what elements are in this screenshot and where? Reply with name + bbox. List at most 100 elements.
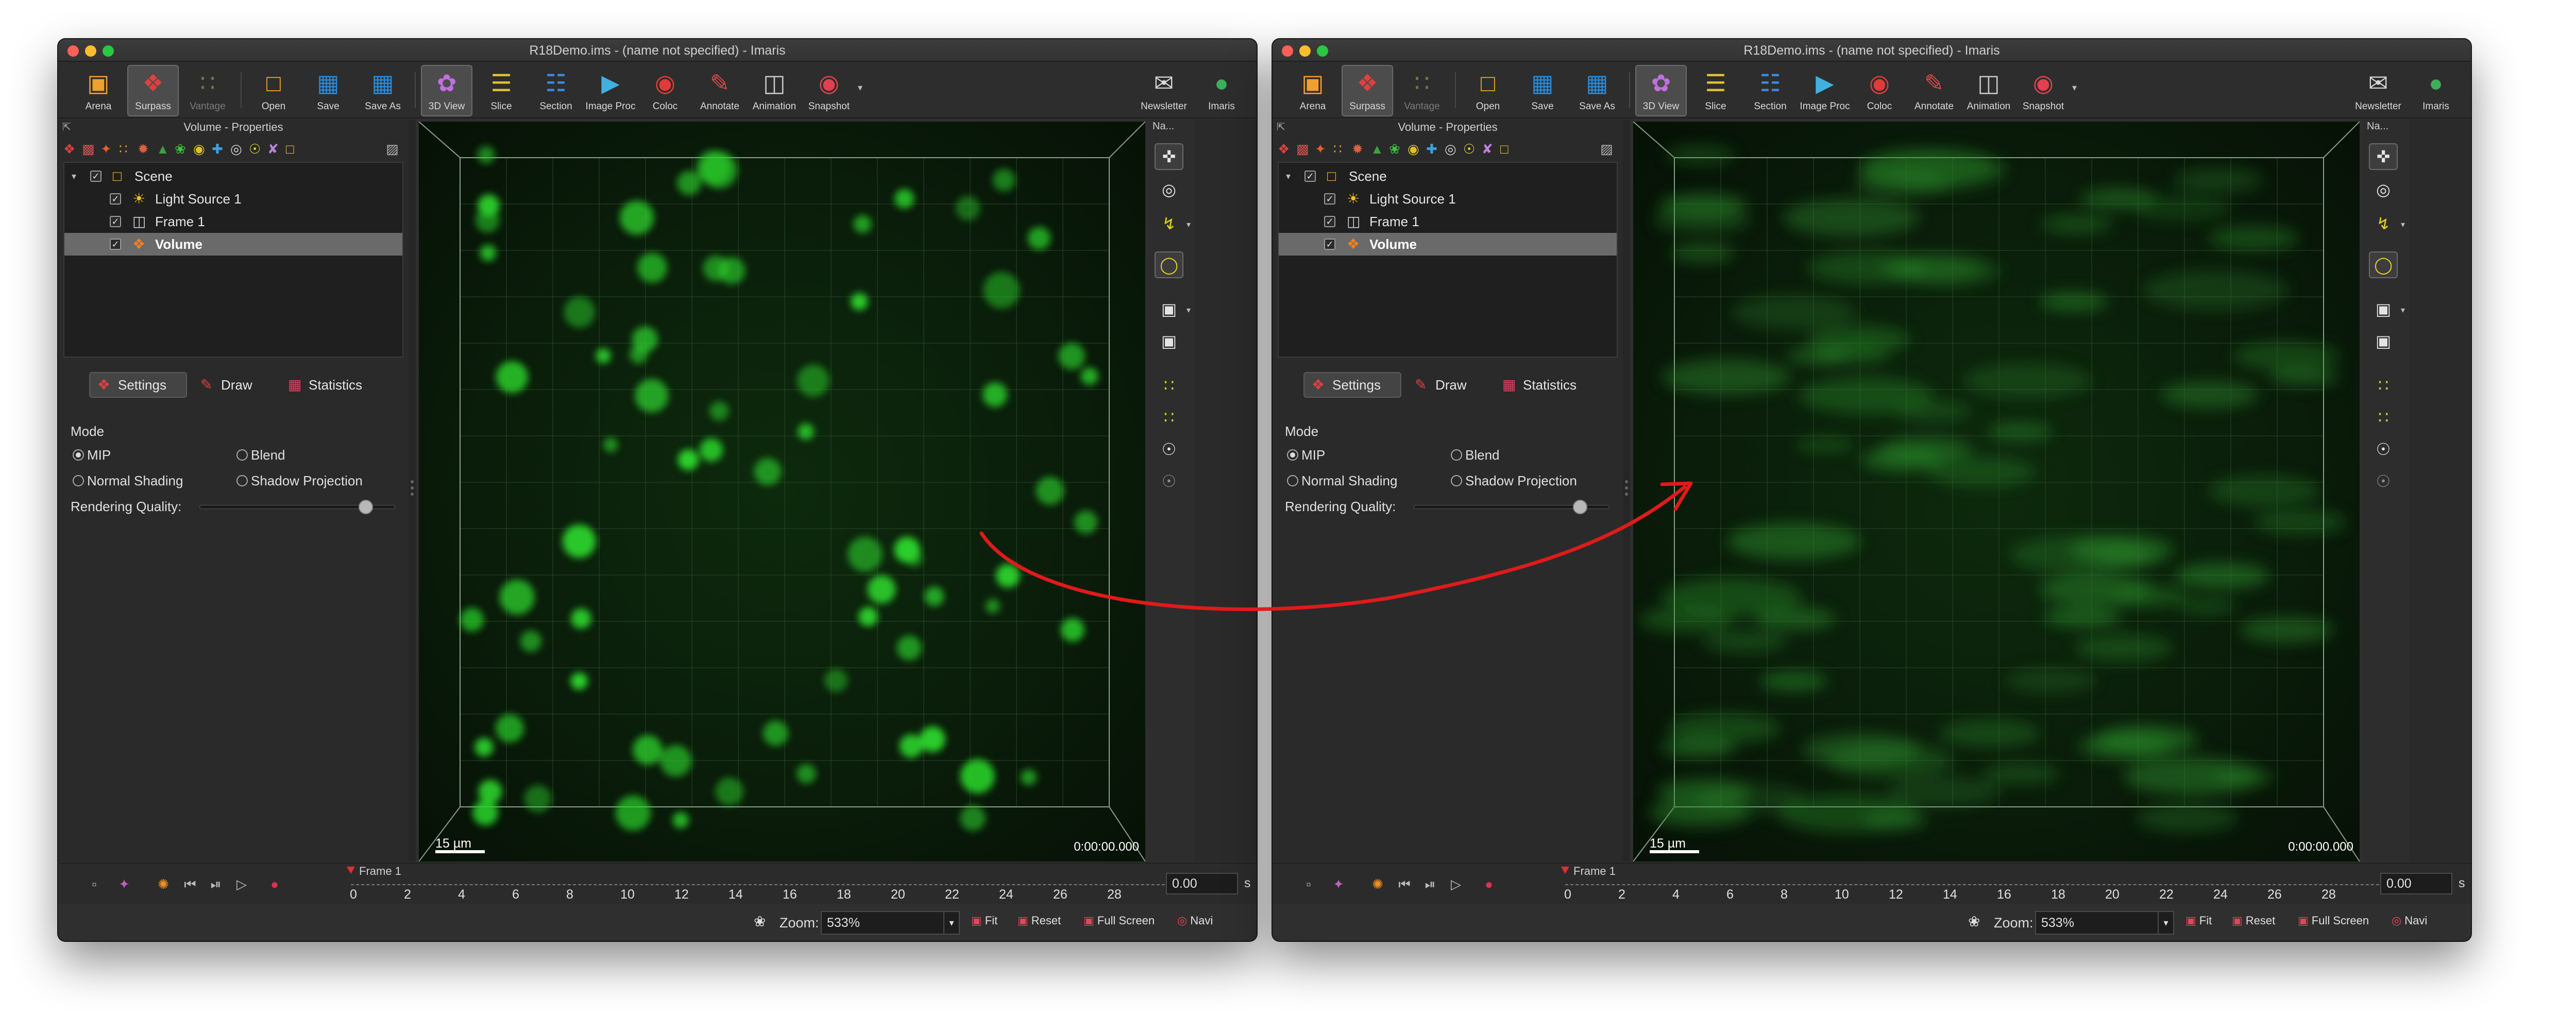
current-frame-marker[interactable] — [347, 867, 355, 874]
tab-settings[interactable]: ❖ Settings — [89, 372, 187, 398]
mode-radio-normal-shading[interactable] — [1287, 475, 1298, 486]
draw-freehand-button[interactable]: ◯ — [1155, 251, 1183, 278]
record-icon[interactable]: ● — [1479, 874, 1499, 894]
tab-statistics[interactable]: ▦ Statistics — [1494, 372, 1607, 398]
coloc-button[interactable]: ◉ Coloc — [639, 65, 691, 116]
timeline-slider[interactable] — [351, 876, 1185, 885]
add-cells-icon[interactable]: ✹ — [138, 141, 149, 157]
time-field[interactable]: 0.00 — [1166, 873, 1238, 894]
snapshot-button[interactable]: ◉ Snapshot — [2018, 65, 2069, 116]
spots-grid-button[interactable]: ∷ — [2369, 404, 2398, 431]
record-icon[interactable]: ● — [264, 874, 285, 894]
orthogonal-view-button[interactable]: ▣ — [2369, 296, 2398, 323]
add-group-folder-icon[interactable]: □ — [1500, 141, 1509, 157]
3d-view-button[interactable]: ✿ 3D View — [421, 65, 472, 116]
tree-row-frame[interactable]: ✓ ◫ Frame 1 — [64, 210, 402, 233]
add-measurement-icon[interactable]: ✚ — [1426, 141, 1437, 157]
tree-row-volume[interactable]: ✓ ❖ Volume — [1279, 233, 1617, 256]
snapshot-dropdown-icon[interactable]: ▾ — [2072, 82, 2077, 93]
tab-settings[interactable]: ❖ Settings — [1303, 372, 1401, 398]
step-back-icon[interactable]: ⏯ — [1420, 874, 1440, 894]
visibility-checkbox[interactable]: ✓ — [90, 171, 101, 182]
orthogonal-view-dropdown-icon[interactable]: ▾ — [1187, 305, 1191, 315]
surpass-button[interactable]: ❖ Surpass — [127, 65, 179, 116]
save-button[interactable]: ▦ Save — [302, 65, 354, 116]
visibility-checkbox[interactable]: ✓ — [1324, 216, 1335, 227]
add-color-icon[interactable]: ◉ — [1408, 141, 1419, 157]
section-button[interactable]: ☷ Section — [1744, 65, 1796, 116]
tree-row-light-source[interactable]: ✓ ☀ Light Source 1 — [1279, 188, 1617, 210]
measure-dropdown-icon[interactable]: ▾ — [2401, 219, 2405, 230]
tab-draw[interactable]: ✎ Draw — [192, 372, 275, 398]
add-surfaces-icon[interactable]: ▩ — [82, 141, 95, 157]
imaris-button[interactable]: ● Imaris — [1196, 65, 1247, 116]
snapshot-button[interactable]: ◉ Snapshot — [803, 65, 855, 116]
visibility-checkbox[interactable]: ✓ — [110, 216, 121, 227]
panel-splitter[interactable] — [409, 120, 416, 861]
add-volume-icon[interactable]: ❖ — [63, 141, 75, 157]
tab-statistics[interactable]: ▦ Statistics — [280, 372, 393, 398]
zoom-select[interactable]: 533% ▾ — [2035, 911, 2174, 935]
3d-viewport[interactable]: 15 µm 0:00:00.000 — [1633, 122, 2360, 861]
navigate-pointer-button[interactable]: ✜ — [2369, 143, 2398, 170]
current-frame-marker[interactable] — [1561, 867, 1569, 874]
add-ortho-icon[interactable]: ✘ — [267, 141, 279, 157]
navi-button[interactable]: ◎ Navi — [2392, 914, 2427, 927]
tree-row-scene[interactable]: ▾ ✓ □ Scene — [1279, 165, 1617, 188]
timeline-options-icon[interactable]: ▫ — [1298, 874, 1319, 894]
save-button[interactable]: ▦ Save — [1517, 65, 1568, 116]
full-screen-button[interactable]: ▣ Full Screen — [2298, 914, 2369, 927]
animation-button[interactable]: ◫ Animation — [749, 65, 800, 116]
fit-button[interactable]: ▣ Fit — [2185, 914, 2212, 927]
newsletter-button[interactable]: ✉ Newsletter — [1138, 65, 1190, 116]
orthogonal-view-button[interactable]: ▣ — [1155, 296, 1183, 323]
measure-button[interactable]: ↯ — [2369, 210, 2398, 237]
visibility-checkbox[interactable]: ✓ — [1324, 193, 1335, 205]
3d-viewport[interactable]: 15 µm 0:00:00.000 — [419, 122, 1145, 861]
add-volume-icon[interactable]: ❖ — [1278, 141, 1290, 157]
open-button[interactable]: □ Open — [1462, 65, 1514, 116]
visibility-checkbox[interactable]: ✓ — [110, 239, 121, 250]
add-measurement-icon[interactable]: ✚ — [212, 141, 223, 157]
open-button[interactable]: □ Open — [248, 65, 299, 116]
light-target-button[interactable]: ☉ — [2369, 436, 2398, 463]
select-mode-button[interactable]: ◎ — [1155, 176, 1183, 203]
add-filaments-icon[interactable]: ✦ — [100, 141, 112, 157]
measure-button[interactable]: ↯ — [1155, 210, 1183, 237]
add-surfaces-icon[interactable]: ▩ — [1296, 141, 1309, 157]
tab-draw[interactable]: ✎ Draw — [1406, 372, 1489, 398]
add-light-icon[interactable]: ☉ — [1463, 141, 1475, 157]
surpass-button[interactable]: ❖ Surpass — [1342, 65, 1393, 116]
arena-button[interactable]: ▣ Arena — [1287, 65, 1338, 116]
add-ortho-icon[interactable]: ✘ — [1482, 141, 1493, 157]
add-color-icon[interactable]: ◉ — [193, 141, 205, 157]
color-wheel-icon[interactable]: ❀ — [1968, 913, 1980, 930]
time-field[interactable]: 0.00 — [2380, 873, 2452, 894]
section-button[interactable]: ☷ Section — [530, 65, 582, 116]
light-target-dim-button[interactable]: ☉ — [1155, 468, 1183, 495]
rendering-quality-slider-handle[interactable] — [359, 500, 373, 514]
fit-button[interactable]: ▣ Fit — [971, 914, 997, 927]
mode-radio-mip[interactable] — [73, 449, 84, 461]
vantage-button[interactable]: ∷ Vantage — [1396, 65, 1448, 116]
fit-view-button[interactable]: ▣ — [2369, 328, 2398, 354]
spots-grid-button[interactable]: ∷ — [1155, 404, 1183, 431]
add-spots-icon[interactable]: ∷ — [119, 141, 128, 157]
add-leaf-icon[interactable]: ❀ — [1389, 141, 1400, 157]
tree-row-light-source[interactable]: ✓ ☀ Light Source 1 — [64, 188, 402, 210]
spots-tool-button[interactable]: ∷ — [2369, 372, 2398, 399]
add-cells-icon[interactable]: ✹ — [1352, 141, 1363, 157]
add-filaments-icon[interactable]: ✦ — [1315, 141, 1326, 157]
spark-icon[interactable]: ✺ — [1367, 874, 1388, 894]
spark-icon[interactable]: ✺ — [153, 874, 174, 894]
animation-button[interactable]: ◫ Animation — [1963, 65, 2014, 116]
visibility-checkbox[interactable]: ✓ — [110, 193, 121, 205]
delete-icon[interactable]: ▨ — [1600, 141, 1613, 157]
full-screen-button[interactable]: ▣ Full Screen — [1083, 914, 1155, 927]
imaris-button[interactable]: ● Imaris — [2410, 65, 2462, 116]
coloc-button[interactable]: ◉ Coloc — [1854, 65, 1905, 116]
arena-button[interactable]: ▣ Arena — [73, 65, 124, 116]
visibility-checkbox[interactable]: ✓ — [1324, 239, 1335, 250]
magic-wand-icon[interactable]: ✦ — [1328, 874, 1349, 894]
play-icon[interactable]: ▷ — [231, 874, 252, 894]
